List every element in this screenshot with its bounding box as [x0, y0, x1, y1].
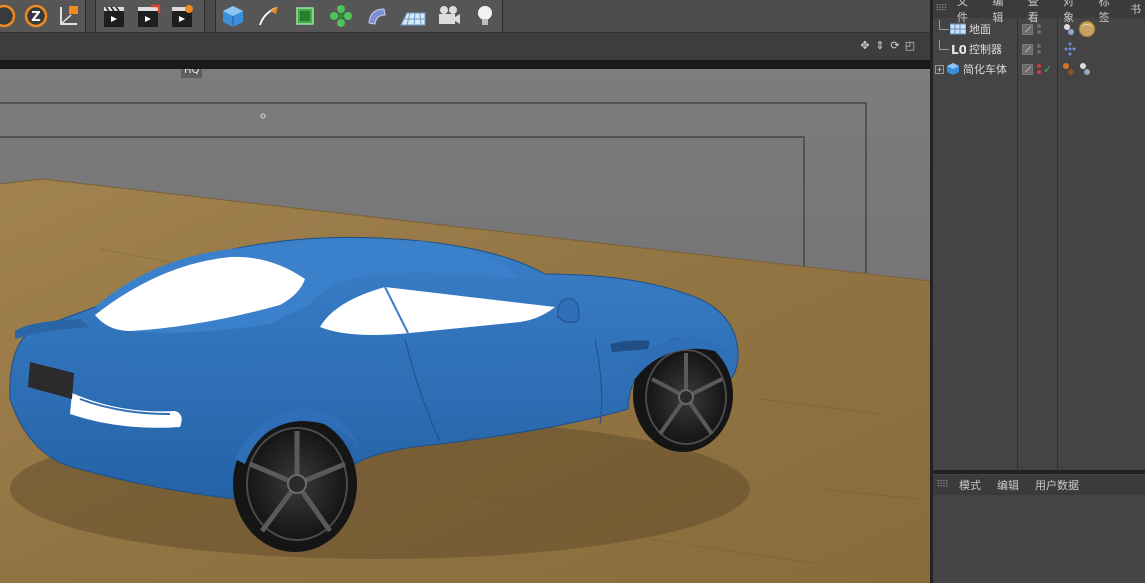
polygon-object-icon [947, 63, 959, 75]
material-tag-icon[interactable] [1062, 62, 1076, 76]
menu-mode[interactable]: 模式 [951, 477, 989, 493]
texture-tag-icon[interactable] [1078, 62, 1092, 76]
object-list: 地面 L0 控制器 + 简化车体 ✓ [933, 19, 1145, 79]
toolbar-group-objects [215, 0, 503, 32]
expand-icon[interactable]: + [935, 64, 944, 74]
toolbar-group-axis: Z [0, 0, 86, 32]
panel-grip-icon[interactable]: ⠿⠿ [933, 476, 951, 494]
svg-text:Z: Z [31, 10, 40, 25]
visibility-toggle[interactable] [1037, 24, 1041, 34]
visibility-toggle[interactable] [1037, 64, 1041, 74]
viewport-navigation: ✥ ⇕ ⟳ ◰ [859, 40, 916, 52]
main-toolbar: Z [0, 0, 930, 33]
null-object-icon: L0 [951, 43, 966, 56]
constraint-tag-icon[interactable] [1062, 42, 1078, 56]
tree-line [939, 40, 949, 50]
object-row-floor[interactable]: 地面 [933, 19, 1145, 39]
array-cloner-icon[interactable] [328, 2, 355, 30]
viewport-header: ✥ ⇕ ⟳ ◰ [0, 33, 930, 60]
object-name[interactable]: 控制器 [969, 41, 1002, 57]
viewport-separator [0, 60, 930, 69]
object-manager: ⠿⠿ 文件 编辑 查看 对象 标签 书 地面 L0 控制器 + 简化车体 ✓ [933, 0, 1145, 470]
cube-object-icon[interactable] [220, 2, 247, 30]
zoom-view-icon[interactable]: ⇕ [874, 40, 886, 52]
layer-color-swatch[interactable] [1022, 23, 1033, 35]
toolbar-group-render [95, 0, 205, 32]
attribute-manager: ⠿⠿ 模式 编辑 用户数据 [933, 474, 1145, 583]
attribute-manager-menubar: ⠿⠿ 模式 编辑 用户数据 [933, 475, 1145, 495]
visibility-toggle[interactable] [1037, 44, 1041, 54]
z-axis-lock-icon[interactable]: Z [23, 2, 49, 30]
menu-edit[interactable]: 编辑 [989, 477, 1027, 493]
checkmark-icon[interactable]: ✓ [1043, 63, 1052, 76]
sphere-material-icon[interactable] [1078, 20, 1096, 38]
floor-environment-icon[interactable] [399, 2, 426, 30]
car-side-mirror [557, 298, 580, 323]
column-divider [1057, 18, 1058, 470]
floor-object-icon [950, 23, 966, 35]
3d-viewport[interactable]: HQ [0, 69, 930, 583]
layer-color-swatch[interactable] [1022, 63, 1033, 75]
layer-color-swatch[interactable] [1022, 43, 1033, 55]
rotate-icon[interactable] [0, 2, 17, 30]
panel-grip-icon[interactable]: ⠿⠿ [933, 0, 949, 18]
viewport-scene [0, 69, 930, 583]
render-settings-icon[interactable] [168, 2, 196, 30]
material-tag-icon[interactable] [1062, 22, 1076, 36]
object-name[interactable]: 地面 [969, 21, 991, 37]
coordinate-system-icon[interactable] [55, 2, 81, 30]
render-to-picture-viewer-icon[interactable] [134, 2, 162, 30]
object-manager-menubar: ⠿⠿ 文件 编辑 查看 对象 标签 书 [933, 0, 1145, 24]
menu-user-data[interactable]: 用户数据 [1027, 477, 1087, 493]
camera-icon[interactable] [435, 2, 462, 30]
hq-badge[interactable]: HQ [181, 69, 203, 78]
tree-line [939, 20, 949, 30]
menu-bookmarks[interactable]: 书 [1126, 1, 1145, 17]
subdivision-surface-icon[interactable] [292, 2, 319, 30]
object-row-car-body[interactable]: + 简化车体 ✓ [933, 59, 1145, 79]
pen-spline-icon[interactable] [256, 2, 283, 30]
object-name[interactable]: 简化车体 [963, 61, 1007, 77]
move-view-icon[interactable]: ✥ [859, 40, 871, 52]
object-row-controller[interactable]: L0 控制器 [933, 39, 1145, 59]
svg-text:L0: L0 [951, 43, 966, 56]
maximize-view-icon[interactable]: ◰ [904, 40, 916, 52]
render-view-icon[interactable] [100, 2, 128, 30]
rotate-view-icon[interactable]: ⟳ [889, 40, 901, 52]
deformer-bend-icon[interactable] [364, 2, 391, 30]
column-divider [1017, 18, 1018, 470]
light-icon[interactable] [471, 2, 498, 30]
